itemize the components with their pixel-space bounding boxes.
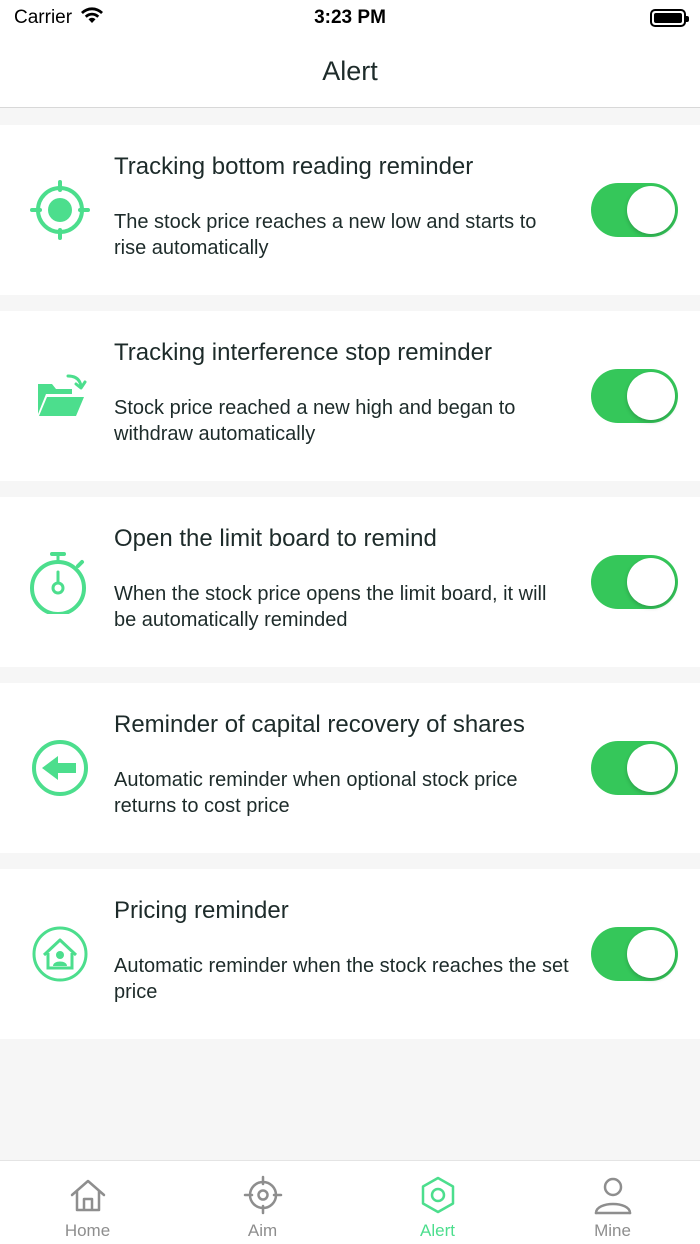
carrier-label: Carrier — [14, 7, 73, 28]
alert-description: When the stock price opens the limit boa… — [114, 583, 547, 631]
folder-icon — [28, 364, 92, 428]
status-left: Carrier — [14, 6, 238, 30]
alert-toggle[interactable] — [591, 183, 678, 237]
nav-bar: Alert — [0, 36, 700, 108]
tab-label: Aim — [247, 1221, 278, 1240]
target-icon — [28, 178, 92, 242]
tab-home[interactable]: Home — [0, 1161, 175, 1244]
toggle-knob — [627, 930, 675, 978]
alert-description: Stock price reached a new high and began… — [114, 397, 516, 445]
toggle-knob — [627, 372, 675, 420]
stopwatch-icon — [28, 550, 92, 614]
alert-title: Open the limit board to remind — [114, 525, 437, 552]
person-icon — [593, 1175, 633, 1215]
tab-label: Alert — [420, 1221, 455, 1240]
crosshair-icon — [243, 1175, 283, 1215]
arrow-left-circle-icon — [28, 736, 92, 800]
alert-card-interference-stop: Tracking interference stop reminder Stoc… — [0, 311, 700, 481]
wifi-icon — [80, 6, 104, 30]
alert-title: Tracking interference stop reminder — [114, 339, 492, 366]
alert-card-bottom-reading: Tracking bottom reading reminder The sto… — [0, 125, 700, 295]
tab-mine[interactable]: Mine — [525, 1161, 700, 1244]
alert-toggle[interactable] — [591, 369, 678, 423]
alert-card-pricing: Pricing reminder Automatic reminder when… — [0, 869, 700, 1039]
alert-description: The stock price reaches a new low and st… — [114, 211, 537, 259]
alert-title: Tracking bottom reading reminder — [114, 153, 474, 180]
toggle-knob — [627, 558, 675, 606]
alert-screen: Carrier 3:23 PM Alert Tracking bottom re… — [0, 0, 700, 1244]
toggle-knob — [627, 744, 675, 792]
alert-title: Reminder of capital recovery of shares — [114, 711, 525, 738]
tab-aim[interactable]: Aim — [175, 1161, 350, 1244]
status-time: 3:23 PM — [314, 7, 386, 28]
house-user-icon — [28, 922, 92, 986]
alert-title: Pricing reminder — [114, 897, 289, 924]
tab-label: Mine — [594, 1221, 631, 1240]
alert-toggle[interactable] — [591, 555, 678, 609]
alert-description: Automatic reminder when the stock reache… — [114, 955, 569, 1003]
alert-list: Tracking bottom reading reminder The sto… — [0, 125, 700, 1055]
hexagon-icon — [418, 1175, 458, 1215]
alert-card-limit-board: Open the limit board to remind When the … — [0, 497, 700, 667]
alert-description: Automatic reminder when optional stock p… — [114, 769, 518, 817]
status-right — [462, 9, 689, 27]
tab-alert[interactable]: Alert — [350, 1161, 525, 1244]
alert-toggle[interactable] — [591, 927, 678, 981]
battery-icon — [650, 9, 689, 27]
page-title: Alert — [322, 56, 378, 86]
home-icon — [68, 1175, 108, 1215]
toggle-knob — [627, 186, 675, 234]
alert-card-capital-recovery: Reminder of capital recovery of shares A… — [0, 683, 700, 853]
tab-label: Home — [64, 1221, 111, 1240]
status-bar: Carrier 3:23 PM — [0, 0, 700, 36]
tab-bar: Home Aim Alert Mine — [0, 1160, 700, 1244]
alert-toggle[interactable] — [591, 741, 678, 795]
